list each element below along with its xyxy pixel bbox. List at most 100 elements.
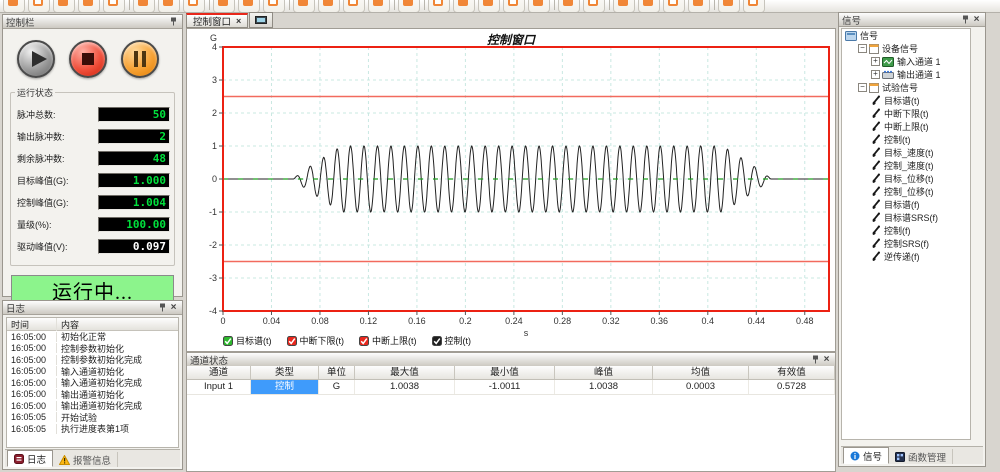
status-field-label: 驱动峰值(V):	[17, 240, 68, 253]
log-tabbar: 日志报警信息	[5, 449, 180, 467]
toolbar-icon[interactable]	[3, 0, 25, 13]
channel-cell: 1.0038	[355, 380, 455, 394]
application-window: 控制栏 运行状态 脉冲总数:50输出脉冲数:2剩余脉冲数:48目标峰值(G):1…	[0, 0, 1000, 472]
log-time: 16:05:05	[7, 424, 57, 434]
pause-button[interactable]	[121, 40, 159, 78]
tree-item-控制(f)[interactable]: 控制(f)	[842, 224, 970, 237]
tab-函数管理[interactable]: 函数管理	[889, 449, 953, 464]
waveform-plot[interactable]: 43210-1-2-3-4G00.040.080.120.160.20.240.…	[187, 29, 837, 353]
snapshot-tab-button[interactable]	[249, 12, 273, 28]
tree-item-中断下限(t)[interactable]: 中断下限(t)	[842, 107, 970, 120]
functions-icon	[895, 452, 905, 462]
toolbar-icon-glyph	[533, 0, 543, 6]
status-field-row: 剩余脉冲数:48	[17, 151, 170, 166]
signal-icon	[871, 95, 881, 106]
legend-checkbox-icon[interactable]	[223, 336, 233, 346]
log-table-header: 时间 内容	[7, 318, 178, 331]
toolbar-icon[interactable]	[103, 0, 125, 13]
pin-icon[interactable]	[157, 302, 168, 313]
toolbar-icon[interactable]	[28, 0, 50, 13]
legend-checkbox-icon[interactable]	[287, 336, 297, 346]
tree-item-目标谱(f)[interactable]: 目标谱(f)	[842, 198, 970, 211]
legend-checkbox-icon[interactable]	[432, 336, 442, 346]
signal-icon	[871, 199, 881, 210]
svg-text:0.36: 0.36	[651, 316, 669, 326]
pin-icon[interactable]	[960, 14, 971, 25]
toolbar-icon[interactable]	[158, 0, 180, 13]
tab-label: 函数管理	[908, 450, 946, 464]
tree-item-控制_速度(t)[interactable]: 控制_速度(t)	[842, 159, 970, 172]
control-bar-panel: 控制栏 运行状态 脉冲总数:50输出脉冲数:2剩余脉冲数:48目标峰值(G):1…	[2, 14, 183, 297]
tree-item-控制_位移(t)[interactable]: 控制_位移(t)	[842, 185, 970, 198]
close-icon[interactable]: ×	[821, 354, 832, 365]
toolbar-icon-glyph	[33, 0, 43, 6]
tree-item-label: 中断上限(t)	[884, 120, 929, 133]
monitor-icon	[255, 16, 267, 25]
tab-日志[interactable]: 日志	[7, 450, 53, 467]
play-icon	[32, 51, 47, 67]
toolbar-icon[interactable]	[53, 0, 75, 13]
tab-control-window[interactable]: 控制窗口 ×	[186, 13, 248, 28]
tree-item-label: 逆传递(f)	[884, 250, 920, 263]
channel-row[interactable]: Input 1控制G1.0038-1.00111.00380.00030.572…	[187, 380, 835, 395]
tree-item-控制(t)[interactable]: 控制(t)	[842, 133, 970, 146]
tab-control-window-label: 控制窗口	[193, 14, 231, 28]
tree-item-label: 中断下限(t)	[884, 107, 929, 120]
tree-item-输出通道 1[interactable]: +输出通道 1	[842, 68, 970, 81]
close-icon[interactable]: ×	[971, 14, 982, 25]
tree-item-目标_速度(t)[interactable]: 目标_速度(t)	[842, 146, 970, 159]
tree-item-设备信号[interactable]: −设备信号	[842, 42, 970, 55]
svg-text:0.16: 0.16	[408, 316, 426, 326]
expand-icon[interactable]: +	[871, 57, 880, 66]
log-time: 16:05:00	[7, 366, 57, 376]
pin-icon[interactable]	[810, 354, 821, 365]
toolbar-separator	[129, 0, 130, 10]
svg-text:0: 0	[212, 174, 217, 184]
channel-cell: 1.0038	[555, 380, 653, 394]
collapse-icon[interactable]: −	[858, 83, 867, 92]
tree-item-目标谱(t)[interactable]: 目标谱(t)	[842, 94, 970, 107]
play-button[interactable]	[17, 40, 55, 78]
tree-item-控制SRS(f)[interactable]: 控制SRS(f)	[842, 237, 970, 250]
tree-item-输入通道 1[interactable]: +输入通道 1	[842, 55, 970, 68]
collapse-icon[interactable]: −	[858, 44, 867, 53]
expand-icon[interactable]: +	[871, 70, 880, 79]
log-row[interactable]: 16:05:05执行进度表第1项	[7, 423, 178, 435]
legend-item[interactable]: 控制(t)	[432, 334, 472, 347]
legend-label: 目标谱(t)	[236, 334, 272, 347]
tree-item-目标_位移(t)[interactable]: 目标_位移(t)	[842, 172, 970, 185]
status-field-value: 0.097	[98, 239, 170, 254]
channel-status-titlebar: 通道状态 ×	[187, 353, 835, 367]
toolbar-icon-glyph	[8, 0, 18, 6]
close-icon[interactable]: ×	[236, 16, 241, 26]
tree-item-中断上限(t)[interactable]: 中断上限(t)	[842, 120, 970, 133]
signal-root-icon	[845, 31, 857, 41]
signal-icon	[871, 186, 881, 197]
tree-item-信号[interactable]: 信号	[842, 29, 970, 42]
svg-text:0.12: 0.12	[360, 316, 378, 326]
tab-信号[interactable]: 信号	[843, 447, 889, 464]
legend-item[interactable]: 目标谱(t)	[223, 334, 272, 347]
pause-icon	[134, 51, 146, 67]
log-message: 执行进度表第1项	[57, 422, 178, 435]
legend-item[interactable]: 中断上限(t)	[359, 334, 417, 347]
tree-item-试验信号[interactable]: −试验信号	[842, 81, 970, 94]
signal-icon	[871, 108, 881, 119]
signal-icon	[871, 147, 881, 158]
toolbar-icon[interactable]	[78, 0, 100, 13]
close-icon[interactable]: ×	[168, 302, 179, 313]
info-icon	[850, 451, 860, 461]
tree-item-目标谱SRS(f)[interactable]: 目标谱SRS(f)	[842, 211, 970, 224]
toolbar-icon-glyph	[298, 0, 308, 6]
stop-button[interactable]	[69, 40, 107, 78]
tree-item-label: 控制(t)	[884, 133, 911, 146]
legend-item[interactable]: 中断下限(t)	[287, 334, 345, 347]
tree-item-label: 控制(f)	[884, 224, 911, 237]
pin-icon[interactable]	[168, 16, 179, 27]
tree-item-逆传递(f)[interactable]: 逆传递(f)	[842, 250, 970, 263]
toolbar-icon[interactable]	[133, 0, 155, 13]
status-field-label: 剩余脉冲数:	[17, 152, 65, 165]
legend-checkbox-icon[interactable]	[359, 336, 369, 346]
tab-报警信息[interactable]: 报警信息	[53, 452, 118, 467]
status-field-label: 控制峰值(G):	[17, 196, 69, 209]
